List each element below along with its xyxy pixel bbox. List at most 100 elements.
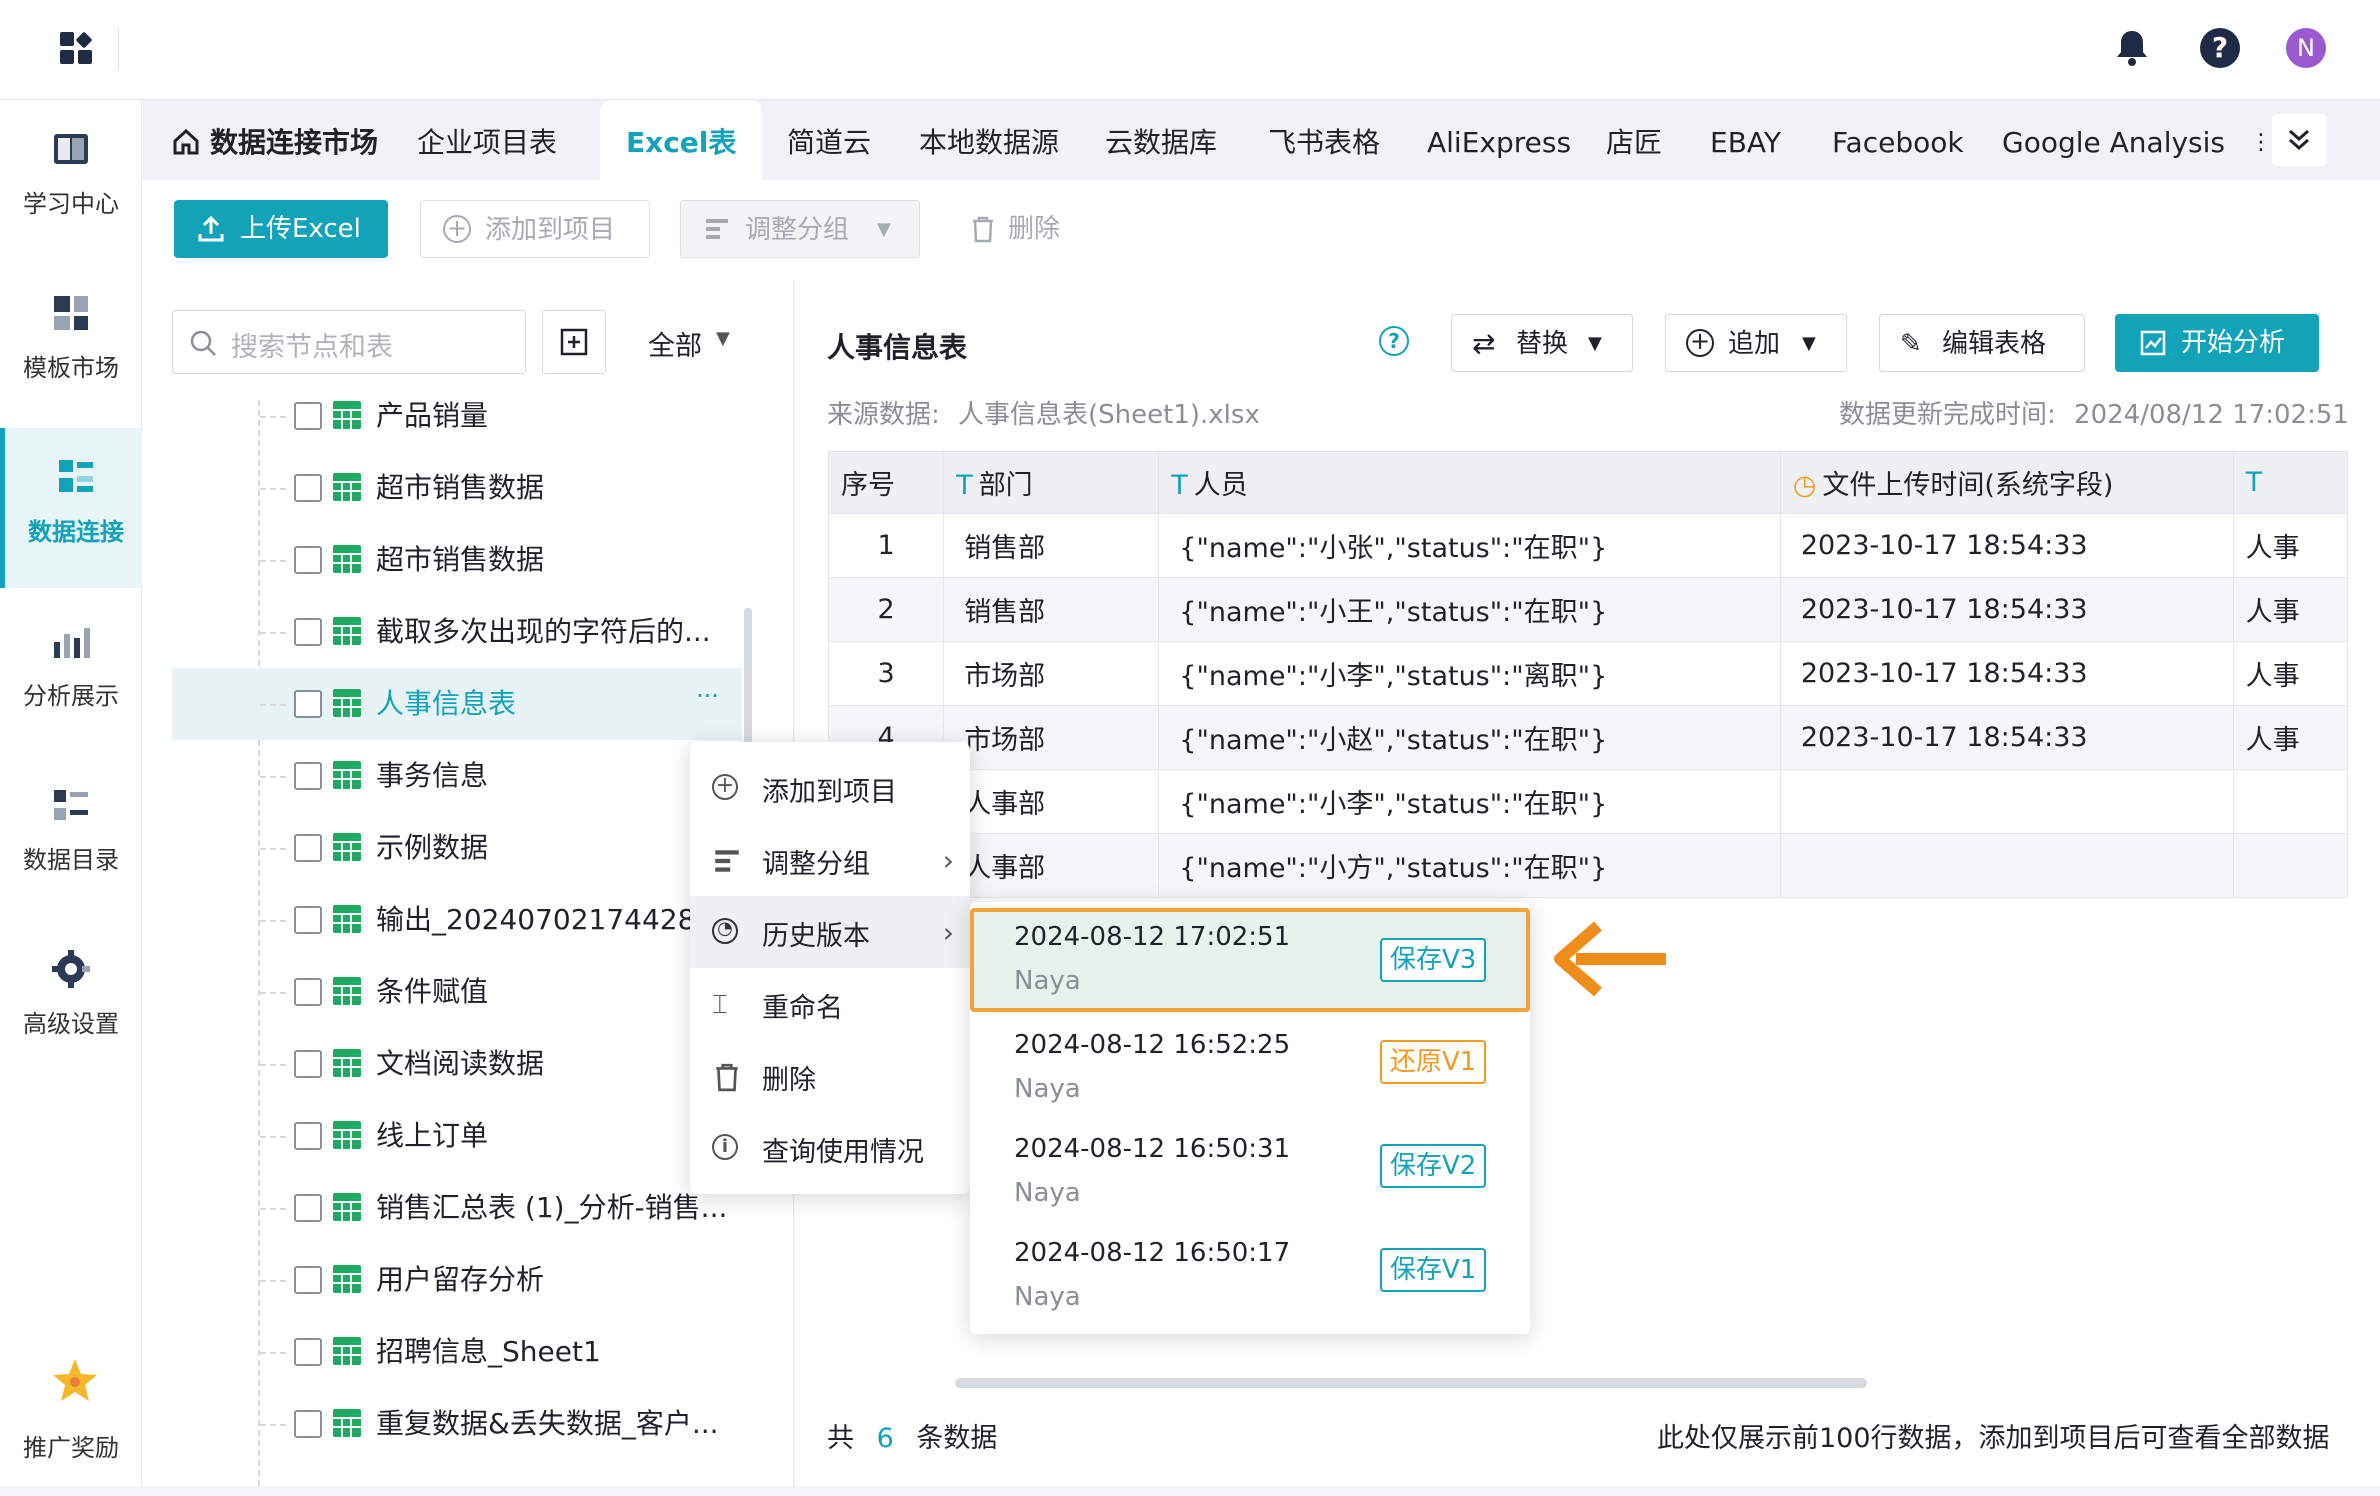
- tab-jiandaoyun[interactable]: 简道云: [787, 100, 871, 180]
- checkbox[interactable]: [294, 1194, 322, 1222]
- text-type-icon: T: [1171, 470, 1188, 501]
- checkbox[interactable]: [294, 1122, 322, 1150]
- checkbox[interactable]: [294, 402, 322, 430]
- help-icon[interactable]: ?: [2200, 28, 2240, 68]
- column-header[interactable]: ◷ 文件上传时间(系统字段): [1779, 451, 2234, 514]
- sidebar-item-settings[interactable]: 高级设置: [0, 920, 142, 1080]
- tab-dianjiang[interactable]: 店匠: [1606, 100, 1662, 180]
- table-row[interactable]: 4 市场部 {"name":"小赵","status":"在职"} 2023-10-1…: [827, 705, 2348, 770]
- table-row[interactable]: 1 销售部 {"name":"小张","status":"在职"} 2023-10-1…: [827, 513, 2348, 578]
- table-row[interactable]: 6人事部{"name":"小方","status":"在职"}: [827, 833, 2348, 898]
- menu-item-adjust-group[interactable]: 调整分组 ›: [690, 824, 970, 896]
- version-badge[interactable]: 保存V2: [1380, 1144, 1487, 1188]
- sheet-icon: [333, 905, 361, 933]
- horizontal-scrollbar[interactable]: [955, 1378, 1867, 1388]
- checkbox[interactable]: [294, 618, 322, 646]
- tab-feishu[interactable]: 飞书表格: [1268, 100, 1380, 180]
- checkbox[interactable]: [294, 978, 322, 1006]
- tree-item[interactable]: 人事信息表 ···: [172, 668, 742, 740]
- table-row[interactable]: 2 销售部 {"name":"小王","status":"在职"} 2023-10-1…: [827, 577, 2348, 642]
- table-row[interactable]: 3 市场部 {"name":"小李","status":"离职"} 2023-10-1…: [827, 641, 2348, 706]
- history-item[interactable]: 2024-08-12 16:50:17 Naya 保存V1: [970, 1222, 1530, 1326]
- checkbox[interactable]: [294, 1050, 322, 1078]
- source-tabs: 数据连接市场 企业项目表 Excel表 简道云 本地数据源 云数据库 飞书表格 …: [142, 100, 2380, 180]
- history-item[interactable]: 2024-08-12 16:52:25 Naya 还原V1: [970, 1014, 1530, 1118]
- checkbox[interactable]: [294, 1266, 322, 1294]
- tree-item[interactable]: 线上订单: [142, 1100, 762, 1172]
- tab-aliexpress[interactable]: AliExpress: [1427, 100, 1571, 180]
- checkbox[interactable]: [294, 546, 322, 574]
- sidebar-item-rewards[interactable]: 推广奖励: [0, 1336, 142, 1496]
- filter-select[interactable]: 全部 ▼: [622, 310, 752, 374]
- add-node-button[interactable]: [542, 310, 606, 374]
- tab-ebay[interactable]: EBAY: [1710, 100, 1781, 180]
- tree-item[interactable]: 销售汇总表 (1)_分析-销售...: [142, 1172, 762, 1244]
- version-badge[interactable]: 还原V1: [1380, 1040, 1487, 1084]
- menu-item-add-to-project[interactable]: + 添加到项目: [690, 752, 970, 824]
- tree-item-label: 输出_20240702174428_s: [376, 903, 724, 936]
- tree-item[interactable]: 超市销售数据: [142, 524, 762, 596]
- checkbox[interactable]: [294, 690, 322, 718]
- tab-more[interactable]: ⋮: [2250, 100, 2272, 180]
- top-bar: ? N: [0, 0, 2380, 100]
- chart-icon: [50, 620, 92, 662]
- sidebar-item-analysis[interactable]: 分析展示: [0, 592, 142, 752]
- sidebar-item-templates[interactable]: 模板市场: [0, 264, 142, 424]
- sidebar-item-catalog[interactable]: 数据目录: [0, 756, 142, 916]
- tab-data-market[interactable]: 数据连接市场: [210, 100, 378, 180]
- history-item[interactable]: 2024-08-12 17:02:51 Naya 保存V3: [970, 908, 1530, 1012]
- tree-item[interactable]: 超市销售数据: [142, 452, 762, 524]
- tab-facebook[interactable]: Facebook: [1832, 100, 1964, 180]
- tab-google-analysis[interactable]: Google Analysis: [2002, 100, 2225, 180]
- delete-button[interactable]: 删除: [964, 200, 1104, 258]
- bell-icon[interactable]: [2114, 28, 2150, 68]
- tree-item-label: 事务信息: [376, 759, 489, 792]
- tree-item[interactable]: 条件赋值: [142, 956, 762, 1028]
- column-header[interactable]: T 人员: [1158, 451, 1781, 514]
- tree-item[interactable]: 截取多次出现的字符后的...: [142, 596, 762, 668]
- more-icon[interactable]: ···: [696, 682, 719, 710]
- chevron-down-double-icon[interactable]: [2272, 114, 2326, 166]
- menu-item-history[interactable]: ◔ 历史版本 ›: [690, 896, 970, 968]
- tree-item[interactable]: 事务信息: [142, 740, 762, 812]
- version-badge[interactable]: 保存V1: [1380, 1248, 1487, 1292]
- column-header[interactable]: 序号: [827, 451, 945, 514]
- tree-item[interactable]: 输出_20240702174428_s: [142, 884, 762, 956]
- column-header[interactable]: T 部门: [943, 451, 1160, 514]
- adjust-group-button[interactable]: 调整分组 ▼: [680, 200, 920, 258]
- sidebar-item-learning[interactable]: 学习中心: [0, 100, 142, 260]
- tab-cloud-db[interactable]: 云数据库: [1105, 100, 1217, 180]
- menu-item-rename[interactable]: ⌶ 重命名: [690, 968, 970, 1040]
- sidebar-item-data-connection[interactable]: 数据连接: [0, 428, 142, 588]
- column-header[interactable]: T: [2232, 451, 2348, 514]
- tree-item[interactable]: 招聘信息_Sheet1: [142, 1316, 762, 1388]
- tree-item[interactable]: 产品销量: [142, 380, 762, 452]
- checkbox[interactable]: [294, 762, 322, 790]
- menu-item-usage[interactable]: i 查询使用情况: [690, 1112, 970, 1184]
- menu-item-delete[interactable]: 删除: [690, 1040, 970, 1112]
- tab-excel[interactable]: Excel表: [600, 100, 763, 180]
- tab-local-source[interactable]: 本地数据源: [919, 100, 1059, 180]
- history-item[interactable]: 2024-08-12 16:50:31 Naya 保存V2: [970, 1118, 1530, 1222]
- upload-excel-button[interactable]: 上传Excel: [174, 200, 388, 258]
- sheet-icon: [333, 1409, 361, 1437]
- tree-item[interactable]: 重复数据&丢失数据_客户...: [142, 1388, 762, 1460]
- checkbox[interactable]: [294, 906, 322, 934]
- add-to-project-button[interactable]: + 添加到项目: [420, 200, 650, 258]
- table-cell: 人事部: [943, 769, 1160, 834]
- tree-item[interactable]: 用户留存分析: [142, 1244, 762, 1316]
- checkbox[interactable]: [294, 1338, 322, 1366]
- checkbox[interactable]: [294, 474, 322, 502]
- search-input[interactable]: 搜索节点和表: [172, 310, 526, 374]
- tree-item[interactable]: 文档阅读数据: [142, 1028, 762, 1100]
- app-grid-icon[interactable]: [58, 30, 96, 68]
- tree-item-label: 招聘信息_Sheet1: [376, 1335, 601, 1368]
- checkbox[interactable]: [294, 834, 322, 862]
- tree-item[interactable]: 示例数据: [142, 812, 762, 884]
- sheet-icon: [333, 689, 361, 717]
- tab-enterprise[interactable]: 企业项目表: [417, 100, 557, 180]
- avatar[interactable]: N: [2286, 28, 2326, 68]
- table-row[interactable]: 5人事部{"name":"小李","status":"在职"}: [827, 769, 2348, 834]
- checkbox[interactable]: [294, 1410, 322, 1438]
- version-badge[interactable]: 保存V3: [1380, 938, 1487, 982]
